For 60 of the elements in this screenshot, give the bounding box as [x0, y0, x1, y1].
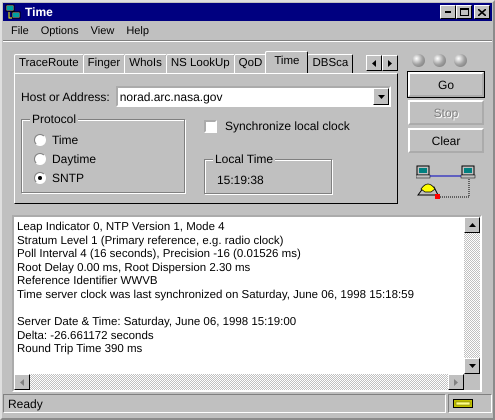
arrow-left-icon	[20, 378, 24, 386]
group-title: Protocol	[30, 112, 78, 126]
checkbox-label: Synchronize local clock	[225, 119, 350, 133]
dropdown-down-icon	[378, 94, 384, 98]
output-line: Stratum Level 1 (Primary reference, e.g. radio clock)	[17, 234, 285, 248]
minimize-button[interactable]	[440, 5, 456, 19]
output-line: Leap Indicator 0, NTP Version 1, Mode 4	[17, 221, 226, 235]
status-light	[433, 54, 446, 66]
status-light	[454, 54, 467, 66]
tab[interactable]: WhoIs	[124, 54, 167, 73]
output-line: Poll Interval 4 (16 seconds), Precision -16 (0.01526 ms)	[17, 248, 302, 262]
vertical-scrollbar[interactable]	[464, 217, 480, 374]
arrow-up-icon	[468, 223, 476, 227]
close-icon	[478, 8, 486, 16]
window-title: Time	[25, 5, 54, 19]
tab[interactable]: Time	[265, 51, 308, 73]
output-line: Delta: -26.661172 seconds	[17, 330, 155, 344]
menu-item[interactable]: Help	[120, 24, 155, 36]
tab[interactable]: TraceRoute	[14, 54, 84, 73]
tab[interactable]: Finger	[82, 54, 126, 73]
host-label: Host or Address:	[21, 90, 110, 104]
scroll-right-button[interactable]	[382, 55, 398, 71]
menu-item[interactable]: File	[5, 24, 35, 36]
menu-item[interactable]: Options	[34, 24, 85, 36]
minimize-icon	[445, 11, 451, 13]
arrow-left-icon	[372, 60, 376, 66]
network-computers-icon	[5, 4, 21, 20]
radio-label: Daytime	[52, 152, 96, 166]
group-title: Local Time	[213, 152, 276, 166]
dropdown-down-icon	[468, 364, 476, 368]
menu-item[interactable]: View	[84, 24, 120, 36]
scroll-left-button[interactable]	[366, 55, 382, 71]
tab[interactable]: DBSca	[307, 54, 354, 73]
tab[interactable]: NS LookUp	[166, 54, 235, 73]
radio-button[interactable]	[34, 172, 46, 184]
output-line: Root Delay 0.00 ms, Root Dispersion 2.30 ms	[17, 262, 252, 276]
status-text: Ready	[3, 394, 446, 413]
radio-button[interactable]	[34, 153, 46, 165]
output-line: Round Trip Time 390 ms	[17, 343, 144, 357]
maximize-icon	[460, 8, 468, 16]
host-combo-box[interactable]: norad.arc.nasa.gov	[116, 86, 391, 107]
status-light	[412, 54, 425, 66]
output-line: Time server clock was last synchronized on Saturday, June 06, 1998 15:18:59	[17, 288, 415, 303]
radio-button[interactable]	[34, 134, 46, 146]
radio-label: SNTP	[52, 171, 84, 185]
radio-label: Time	[52, 133, 78, 147]
close-button[interactable]	[474, 5, 490, 19]
output-line: Server Date & Time: Saturday, June 06, 1998 15:19:00	[17, 316, 298, 330]
action-button[interactable]: Go	[408, 72, 484, 97]
output-line: Reference Identifier WWVB	[17, 275, 159, 289]
maximize-button[interactable]	[456, 5, 472, 19]
arrow-right-icon	[454, 378, 458, 386]
connection-icon	[453, 399, 473, 408]
checkbox[interactable]	[204, 120, 217, 132]
output-text-area[interactable]	[12, 215, 482, 392]
dropdown-button[interactable]	[373, 88, 389, 105]
action-button[interactable]: Clear	[408, 128, 484, 153]
local-time-value: 15:19:38	[217, 173, 264, 187]
horizontal-scrollbar[interactable]	[14, 374, 464, 390]
arrow-right-icon	[388, 60, 392, 66]
